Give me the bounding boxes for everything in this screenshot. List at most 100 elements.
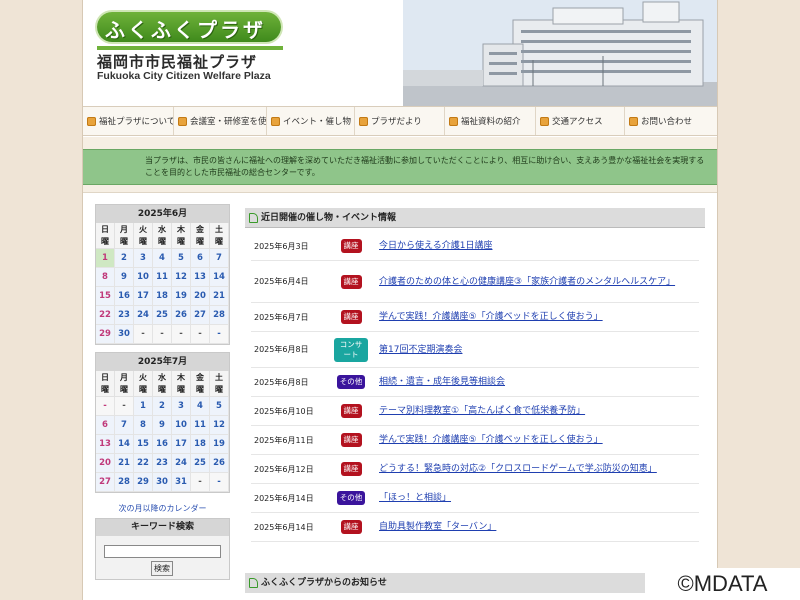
event-date: 2025年6月10日 (254, 406, 314, 416)
event-date: 2025年6月8日 (254, 345, 309, 354)
nav-item-access[interactable]: 交通アクセス (536, 107, 625, 135)
event-title-link[interactable]: どうする！緊急時の対応②「クロスロードゲームで学ぶ防災の知恵」 (371, 462, 699, 476)
calendar-day[interactable]: 4 (191, 397, 210, 416)
calendar-day[interactable]: 8 (96, 268, 115, 287)
calendar-day[interactable]: 1 (134, 397, 153, 416)
nav-item-contact[interactable]: お問い合わせ (625, 107, 717, 135)
nav-item-about[interactable]: 福祉プラザについて (83, 107, 174, 135)
calendar-day[interactable]: 17 (172, 435, 191, 454)
calendar-day[interactable]: 25 (153, 306, 172, 325)
calendar-day[interactable]: 26 (172, 306, 191, 325)
calendar-day[interactable]: 26 (210, 454, 229, 473)
event-date: 2025年6月4日 (254, 277, 309, 286)
event-title-link[interactable]: 自助具製作教室「ターバン」 (371, 520, 699, 534)
calendar-day[interactable]: 5 (172, 249, 191, 268)
calendar-day[interactable]: 9 (115, 268, 134, 287)
calendar-day[interactable]: 29 (134, 473, 153, 492)
calendar-day[interactable]: 14 (210, 268, 229, 287)
calendar-day[interactable]: 15 (134, 435, 153, 454)
calendar-day[interactable]: 21 (210, 287, 229, 306)
nav-item-events[interactable]: イベント・催し物 (267, 107, 355, 135)
calendar-day[interactable]: 30 (153, 473, 172, 492)
calendar-day[interactable]: 13 (96, 435, 115, 454)
calendar-day[interactable]: 10 (172, 416, 191, 435)
calendar-day[interactable]: 11 (191, 416, 210, 435)
nav-item-rooms[interactable]: 会議室・研修室を使う (174, 107, 267, 135)
event-title-link[interactable]: 第17回不定期演奏会 (371, 343, 699, 357)
calendar-day[interactable]: 27 (191, 306, 210, 325)
calendar-day[interactable]: 3 (134, 249, 153, 268)
calendar-day[interactable]: 19 (172, 287, 191, 306)
calendar-day: - (153, 325, 172, 344)
calendar-june: 2025年6月 日 曜月 曜火 曜水 曜木 曜金 曜土 曜 1 2 3 4 5 6 7 8 9 10… (95, 204, 230, 345)
calendar-day[interactable]: 7 (210, 249, 229, 268)
calendar-day[interactable]: 18 (153, 287, 172, 306)
calendar-day[interactable]: 31 (172, 473, 191, 492)
event-title-link[interactable]: 今日から使える介護1日講座 (371, 239, 699, 253)
calendar-day[interactable]: 25 (191, 454, 210, 473)
event-badge-wrap: 講座 (331, 433, 371, 447)
intro-text: 当プラザは、市民の皆さんに福祉への理解を深めていただき福祉活動に参加していただく… (83, 149, 717, 185)
calendar-day[interactable]: 3 (172, 397, 191, 416)
calendar-day[interactable]: 6 (191, 249, 210, 268)
calendar-day[interactable]: 9 (153, 416, 172, 435)
calendar-day[interactable]: 16 (153, 435, 172, 454)
calendar-day[interactable]: 22 (96, 306, 115, 325)
calendar-day[interactable]: 6 (96, 416, 115, 435)
calendar-day[interactable]: 20 (191, 287, 210, 306)
weekday-header: 土 曜 (210, 223, 229, 249)
calendar-day[interactable]: 10 (134, 268, 153, 287)
calendar-day[interactable]: 15 (96, 287, 115, 306)
calendar-next-link[interactable]: 次の月以降のカレンダー (95, 503, 230, 514)
calendar-day[interactable]: 23 (153, 454, 172, 473)
event-category-badge: その他 (336, 375, 366, 389)
calendar-day[interactable]: 4 (153, 249, 172, 268)
event-date: 2025年6月11日 (254, 435, 314, 445)
event-row: 2025年6月8日 コンサート 第17回不定期演奏会 (251, 332, 699, 368)
calendar-day[interactable]: 20 (96, 454, 115, 473)
calendar-day[interactable]: 23 (115, 306, 134, 325)
event-title-link[interactable]: テーマ別料理教室①「高たんぱく食で低栄養予防」 (371, 404, 699, 418)
calendar-day[interactable]: 22 (134, 454, 153, 473)
calendar-day[interactable]: 16 (115, 287, 134, 306)
search-button[interactable]: 検索 (151, 561, 173, 576)
calendar-day[interactable]: 29 (96, 325, 115, 344)
calendar-day[interactable]: 18 (191, 435, 210, 454)
keyword-search: キーワード検索 検索 (95, 518, 230, 580)
calendar-day[interactable]: 8 (134, 416, 153, 435)
event-title-link[interactable]: 相続・遺言・成年後見等相談会 (371, 375, 699, 389)
calendar-day[interactable]: 5 (210, 397, 229, 416)
event-title-link[interactable]: 介護者のための体と心の健康講座③「家族介護者のメンタルヘルスケア」 (371, 275, 699, 289)
calendar-day[interactable]: 17 (134, 287, 153, 306)
calendar-day[interactable]: 7 (115, 416, 134, 435)
calendar-day[interactable]: 14 (115, 435, 134, 454)
calendar-day[interactable]: 21 (115, 454, 134, 473)
calendar-day: - (210, 473, 229, 492)
calendar-day[interactable]: 11 (153, 268, 172, 287)
calendar-day[interactable]: 28 (115, 473, 134, 492)
event-icon (271, 116, 280, 126)
calendar-day[interactable]: 19 (210, 435, 229, 454)
event-title-link[interactable]: 学んで実践！介護講座⑤「介護ベッドを正しく使おう」 (371, 433, 699, 447)
nav-item-materials[interactable]: 福祉資料の紹介 (445, 107, 536, 135)
calendar-day[interactable]: 27 (96, 473, 115, 492)
event-title-link[interactable]: 学んで実践！介護講座⑤「介護ベッドを正しく使おう」 (371, 310, 699, 324)
calendar-day[interactable]: 28 (210, 306, 229, 325)
watermark: ©MDATA (645, 568, 800, 600)
calendar-day[interactable]: 24 (134, 306, 153, 325)
calendar-day[interactable]: 24 (172, 454, 191, 473)
weekday-header: 火 曜 (134, 371, 153, 397)
calendar-day[interactable]: 30 (115, 325, 134, 344)
keyword-input[interactable] (104, 545, 221, 558)
calendar-grid: 日 曜月 曜火 曜水 曜木 曜金 曜土 曜 - -1 2 3 4 5 6 7 8 9 10 11 12 13… (96, 371, 229, 492)
nav-item-newsletter[interactable]: プラザだより (355, 107, 445, 135)
calendar-day[interactable]: 13 (191, 268, 210, 287)
page-container: ふくふくプラザ 福岡市市民福祉プラザ Fukuoka City Citizen … (82, 0, 718, 600)
site-logo[interactable]: ふくふくプラザ (97, 12, 281, 42)
calendar-day[interactable]: 12 (172, 268, 191, 287)
calendar-day[interactable]: 2 (115, 249, 134, 268)
calendar-day[interactable]: 12 (210, 416, 229, 435)
calendar-day[interactable]: 2 (153, 397, 172, 416)
event-title-link[interactable]: 「ほっ！と相談」 (371, 491, 699, 505)
calendar-day[interactable]: 1 (96, 249, 115, 268)
